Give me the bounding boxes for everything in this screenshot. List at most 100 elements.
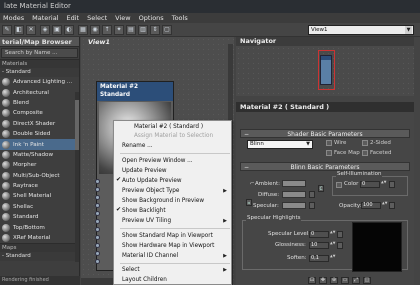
menu-item-open-preview[interactable]: Open Preview Window ... [122,157,193,165]
spinner-arrows-icon[interactable]: ▲▼ [382,201,387,209]
menu-edit[interactable]: Edit [67,13,80,23]
assign-material-icon[interactable]: ◧ [14,25,24,35]
browser-scrollbar[interactable] [75,92,79,262]
list-item[interactable]: DirectX Shader [0,119,79,129]
input-socket-icon[interactable] [95,203,100,208]
menu-item-show-standard-map[interactable]: Show Standard Map in Viewport [122,232,213,240]
make-unique-icon[interactable]: ◈ [40,25,50,35]
blinn-rollout-header[interactable]: − Blinn Basic Parameters [240,162,410,171]
pan-icon[interactable]: ✥ [319,277,327,284]
list-item[interactable]: Ink 'n Paint [0,139,79,150]
self-illum-spinner[interactable]: 0 [360,181,380,188]
list-item[interactable]: Advanced Lighting ... [0,77,79,87]
frame-selected-icon[interactable]: ⤢ [352,277,360,284]
specular-color-swatch[interactable] [282,202,306,209]
spinner-arrows-icon[interactable]: ▲▼ [381,180,386,188]
specular-level-map-button[interactable] [337,231,343,238]
put-library-icon[interactable]: ▣ [52,25,62,35]
faceted-checkbox[interactable] [362,150,368,156]
opacity-map-button[interactable] [389,202,395,209]
wire-checkbox[interactable] [326,140,332,146]
show-end-result-icon[interactable]: ◉ [90,25,100,35]
menu-item-material-id-channel[interactable]: Material ID Channel [122,252,178,260]
node-header[interactable]: Material #2 Standard [97,82,173,101]
group-materials[interactable]: Materials [0,59,79,68]
menu-options[interactable]: Options [139,13,164,23]
select-by-material-icon[interactable]: ✦ [114,25,124,35]
pick-material-icon[interactable]: ✎ [2,25,12,35]
menu-item-update-preview[interactable]: Update Preview [122,167,167,175]
self-illum-map-button[interactable] [389,181,395,188]
list-item[interactable]: Morpher [0,160,79,170]
lock-icon[interactable]: ▫ [246,199,252,206]
input-socket-icon[interactable] [95,251,100,256]
list-item[interactable]: Shell Material [0,191,79,201]
search-input[interactable]: Search by Name ... [1,48,78,58]
list-item[interactable]: Double Sided [0,129,79,139]
input-socket-icon[interactable] [95,235,100,240]
menu-item-select[interactable]: Select [122,266,140,274]
zoom-icon[interactable]: ⊕ [330,277,338,284]
self-illum-color-checkbox[interactable] [336,182,342,188]
spinner-arrows-icon[interactable]: ▲▼ [330,230,335,238]
list-item[interactable]: Shellac [0,202,79,212]
group-maps[interactable]: Maps [0,243,79,253]
hide-unused-icon[interactable]: ▢ [162,25,172,35]
input-socket-icon[interactable] [95,211,100,216]
ambient-color-swatch[interactable] [282,180,306,187]
subgroup-standard-maps[interactable]: - Standard [0,252,79,262]
list-item[interactable]: Composite [0,108,79,118]
opacity-spinner[interactable]: 100 [361,202,381,209]
shader-dropdown[interactable]: Blinn ▼ [247,140,313,149]
two-sided-checkbox[interactable] [362,140,368,146]
menu-item-layout-children[interactable]: Layout Children [122,276,167,284]
menu-item-show-background[interactable]: Show Background in Preview [122,197,204,205]
menu-modes[interactable]: Modes [3,13,24,23]
menu-tools[interactable]: Tools [172,13,188,23]
specular-map-button[interactable] [309,202,315,209]
list-item[interactable]: Architectural [0,87,79,97]
menu-item-preview-uv-tiling[interactable]: Preview UV Tiling [122,217,171,225]
input-socket-icon[interactable] [95,219,100,224]
specular-level-spinner[interactable]: 0 [309,231,329,238]
glossiness-spinner[interactable]: 10 [309,242,329,249]
list-item[interactable]: Matte/Shadow [0,150,79,160]
move-children-icon[interactable]: ⇕ [150,25,160,35]
subgroup-standard[interactable]: - Standard [0,68,79,77]
show-map-icon[interactable]: ▦ [78,25,88,35]
soften-spinner[interactable]: 0,1 [309,255,329,262]
list-item[interactable]: Standard [0,212,79,222]
input-socket-icon[interactable] [95,195,100,200]
input-socket-icon[interactable] [95,187,100,192]
fit-view-icon[interactable]: ⊡ [308,277,316,284]
layout-children-icon[interactable]: ▥ [138,25,148,35]
spinner-arrows-icon[interactable]: ▲▼ [330,254,335,262]
scrollbar-thumb[interactable] [75,100,79,150]
shader-rollout-header[interactable]: − Shader Basic Parameters [240,129,410,138]
list-item[interactable]: Top/Bottom [0,222,79,232]
input-socket-icon[interactable] [95,259,100,264]
list-item[interactable]: Blend [0,98,79,108]
input-socket-icon[interactable] [95,179,100,184]
zoom-region-icon[interactable]: ▭ [341,277,349,284]
menu-item-preview-object-type[interactable]: Preview Object Type [122,187,179,195]
input-socket-icon[interactable] [95,243,100,248]
list-item[interactable]: XRef Material [0,233,79,243]
menu-item-show-backlight[interactable]: Show Backlight [122,207,166,215]
glossiness-map-button[interactable] [337,242,343,249]
menu-item-rename[interactable]: Rename ... [122,142,153,150]
lock-diffuse-icon[interactable]: C [318,185,324,192]
list-item[interactable]: Multi/Sub-Object [0,171,79,181]
go-parent-icon[interactable]: ↑ [102,25,112,35]
maximize-icon[interactable]: ◫ [363,277,371,284]
face-map-checkbox[interactable] [326,150,332,156]
view-dropdown[interactable]: View1 ▼ [308,25,414,35]
input-socket-icon[interactable] [95,227,100,232]
material-id-icon[interactable]: ◐ [64,25,74,35]
layout-icon[interactable]: ▤ [126,25,136,35]
spinner-arrows-icon[interactable]: ▲▼ [330,241,335,249]
list-item[interactable]: Raytrace [0,181,79,191]
reset-icon[interactable]: ✕ [26,25,36,35]
menu-item-show-hardware-map[interactable]: Show Hardware Map in Viewport [122,242,214,250]
menu-select[interactable]: Select [87,13,107,23]
